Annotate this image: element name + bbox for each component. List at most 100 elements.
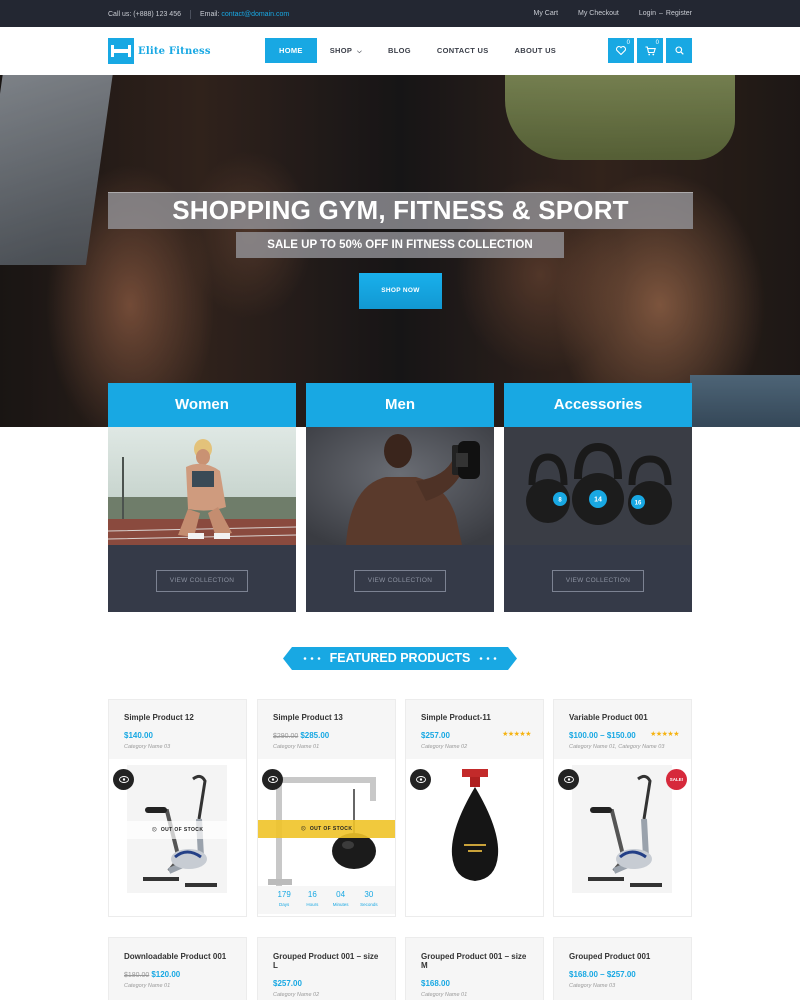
product-card[interactable]: Simple Product-11 $257.00 Category Name …: [405, 699, 544, 917]
eye-icon: [118, 776, 129, 783]
divider: [189, 10, 191, 19]
collection-title[interactable]: Men: [306, 383, 494, 427]
hero-subtitle: SALE UP TO 50% OFF IN FITNESS COLLECTION: [267, 239, 533, 251]
sale-countdown: 179 Days 16 Hours 04 Minutes 30 Seconds: [258, 886, 395, 914]
nav-home[interactable]: HOME: [265, 38, 317, 63]
product-image[interactable]: ☹ OUT OF STOCK: [109, 759, 246, 916]
product-price: $180.00 $120.00: [124, 970, 231, 979]
star-rating: ★★★★★: [650, 731, 679, 738]
chevron-down-icon: ⌵: [357, 49, 363, 55]
quick-view-button[interactable]: [113, 769, 134, 790]
phone-number[interactable]: (+888) 123 456: [133, 11, 181, 18]
star-rating: ★★★★★: [502, 731, 531, 738]
product-name[interactable]: Grouped Product 001 – size M: [421, 952, 528, 970]
product-image[interactable]: [406, 759, 543, 916]
nav-shop-label: SHOP: [329, 46, 353, 55]
product-image[interactable]: ☹ OUT OF STOCK 179 Days 16 Hours 04 Minutes…: [258, 759, 395, 916]
hero-banner: SHOPPING GYM, FITNESS & SPORT SALE UP TO…: [0, 75, 800, 427]
eye-icon: [267, 776, 278, 783]
email-link[interactable]: contact@domain.com: [221, 11, 289, 18]
nav-home-label: HOME: [279, 46, 303, 55]
product-name[interactable]: Simple Product 12: [124, 713, 231, 722]
kettlebell-label: 16: [635, 501, 642, 507]
search-icon: [674, 46, 684, 55]
contact-info: Call us: (+888) 123 456 Email: contact@d…: [108, 10, 289, 19]
countdown-hours: 16 Hours: [306, 890, 319, 907]
product-name[interactable]: Simple Product-11: [421, 713, 528, 722]
badge-text: OUT OF STOCK: [160, 827, 204, 833]
product-card[interactable]: Downloadable Product 001 $180.00 $120.00 …: [108, 937, 247, 1000]
shop-now-button[interactable]: SHOP NOW: [359, 273, 442, 309]
quick-view-button[interactable]: [558, 769, 579, 790]
nav-blog[interactable]: BLOG: [375, 38, 424, 63]
view-collection-button[interactable]: VIEW COLLECTION: [552, 570, 644, 592]
product-price: $168.00: [421, 979, 528, 988]
out-of-stock-badge: ☹ OUT OF STOCK: [258, 820, 395, 838]
collection-title[interactable]: Women: [108, 383, 296, 427]
call-label: Call us:: [108, 11, 132, 18]
kettlebell-label: 14: [594, 497, 602, 504]
my-checkout-link[interactable]: My Checkout: [578, 10, 619, 17]
view-collection-button[interactable]: VIEW COLLECTION: [156, 570, 248, 592]
product-category[interactable]: Category Name 01: [421, 992, 528, 998]
nav-contact-label: CONTACT US: [436, 46, 489, 55]
product-name[interactable]: Grouped Product 001 – size L: [273, 952, 380, 970]
my-cart-link[interactable]: My Cart: [534, 10, 559, 17]
login-link[interactable]: Login: [639, 10, 656, 17]
hero-title: SHOPPING GYM, FITNESS & SPORT: [172, 195, 629, 225]
wishlist-button[interactable]: 0: [608, 38, 634, 63]
product-name[interactable]: Grouped Product 001: [569, 952, 676, 961]
heart-icon: [616, 46, 626, 55]
collection-women: Women VIEW COLLECTION: [108, 383, 296, 612]
collection-accessories: Accessories 8 14 16 VIEW COLLECTION: [504, 383, 692, 612]
header-actions: 0 0: [605, 38, 692, 63]
product-card[interactable]: Simple Product 12 $140.00 Category Name …: [108, 699, 247, 917]
login-register-separator: –: [659, 10, 663, 17]
accessories-collection-image[interactable]: 8 14 16: [504, 427, 692, 545]
nav-contact-us[interactable]: CONTACT US: [424, 38, 502, 63]
product-price: $290.00 $285.00: [273, 731, 380, 740]
quick-view-button[interactable]: [410, 769, 431, 790]
product-category[interactable]: Category Name 02: [421, 744, 528, 750]
wishlist-count: 0: [626, 40, 630, 46]
register-link[interactable]: Register: [666, 10, 692, 17]
price-value: $100.00 – $150.00: [569, 731, 636, 740]
product-card[interactable]: Grouped Product 001 – size L $257.00 Cat…: [257, 937, 396, 1000]
search-button[interactable]: [666, 38, 692, 63]
nav-about-us[interactable]: ABOUT US: [502, 38, 570, 63]
logo[interactable]: Elite Fitness: [108, 38, 211, 64]
email-label: Email:: [199, 11, 220, 18]
dumbbell-icon: [108, 38, 134, 64]
product-price: $140.00: [124, 731, 231, 740]
cart-button[interactable]: 0: [637, 38, 663, 63]
product-category[interactable]: Category Name 01: [273, 744, 380, 750]
women-collection-image[interactable]: [108, 427, 296, 545]
collection-title[interactable]: Accessories: [504, 383, 692, 427]
product-category[interactable]: Category Name 03: [124, 744, 231, 750]
cart-icon: [645, 45, 656, 55]
product-name[interactable]: Downloadable Product 001: [124, 952, 231, 961]
product-image[interactable]: SALE!: [554, 759, 691, 916]
out-of-stock-badge: ☹ OUT OF STOCK: [109, 821, 246, 839]
countdown-days: 179 Days: [277, 890, 291, 907]
featured-products-heading: FEATURED PRODUCTS: [283, 647, 517, 670]
product-category[interactable]: Category Name 01, Category Name 03: [569, 744, 676, 750]
price-value: $120.00: [151, 970, 181, 979]
product-card[interactable]: Grouped Product 001 – size M $168.00 Cat…: [405, 937, 544, 1000]
quick-view-button[interactable]: [262, 769, 283, 790]
product-category[interactable]: Category Name 02: [273, 992, 380, 998]
price-value: $168.00 – $257.00: [569, 970, 636, 979]
badge-text: OUT OF STOCK: [309, 826, 353, 832]
product-category[interactable]: Category Name 01: [124, 983, 231, 989]
product-card[interactable]: Grouped Product 001 $168.00 – $257.00 Ca…: [553, 937, 692, 1000]
product-card[interactable]: Variable Product 001 $100.00 – $150.00 C…: [553, 699, 692, 917]
men-collection-image[interactable]: [306, 427, 494, 545]
product-name[interactable]: Variable Product 001: [569, 713, 676, 722]
product-card[interactable]: Simple Product 13 $290.00 $285.00 Categor…: [257, 699, 396, 917]
view-collection-button[interactable]: VIEW COLLECTION: [354, 570, 446, 592]
product-name[interactable]: Simple Product 13: [273, 713, 380, 722]
logo-text: Elite Fitness: [138, 45, 211, 57]
cart-count: 0: [655, 40, 659, 46]
product-category[interactable]: Category Name 03: [569, 983, 676, 989]
nav-shop[interactable]: SHOP ⌵: [317, 38, 375, 63]
